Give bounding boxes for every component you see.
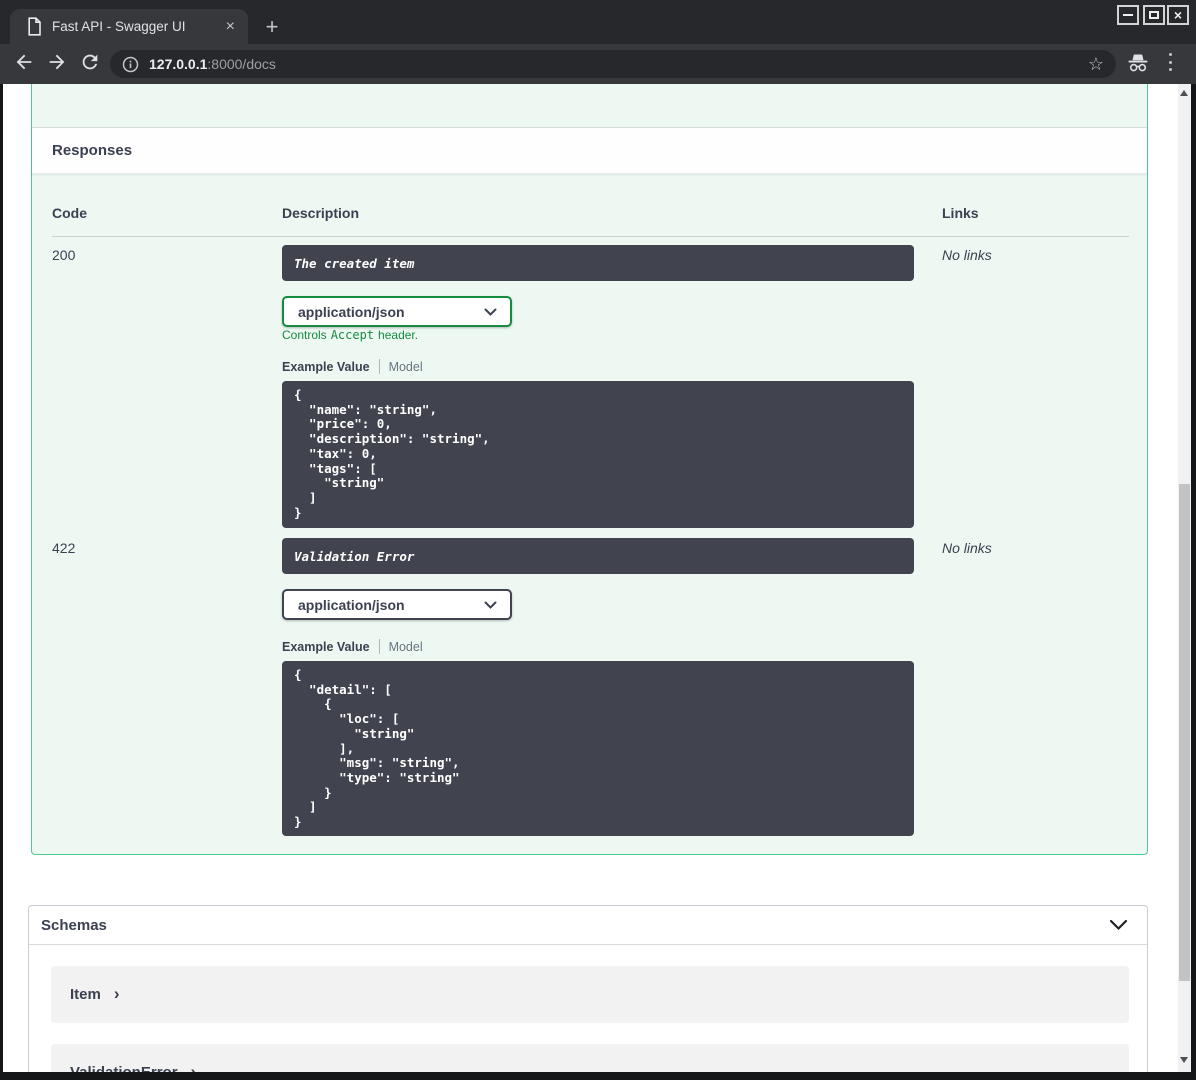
window-close-button[interactable]: × xyxy=(1167,5,1189,25)
chevron-right-icon: › xyxy=(113,984,120,1003)
post-opblock: Responses Code Description Links 200 The… xyxy=(31,84,1148,855)
schema-name: ValidationError xyxy=(70,1064,178,1072)
response-200-description: The created item xyxy=(294,255,415,271)
page-viewport: Responses Code Description Links 200 The… xyxy=(3,84,1178,1072)
accept-code: Accept xyxy=(330,328,375,342)
chevron-right-icon: › xyxy=(190,1062,197,1072)
url-path: :8000/docs xyxy=(207,56,276,72)
page-document-icon xyxy=(27,17,42,36)
response-200-example-panel: { "name": "string", "price": 0, "descrip… xyxy=(282,381,914,528)
page-scrollbar[interactable] xyxy=(1178,84,1191,1072)
new-tab-button[interactable]: + xyxy=(258,13,286,41)
reload-button[interactable] xyxy=(79,51,101,73)
column-header-code: Code xyxy=(52,205,87,221)
response-200-example-json: { "name": "string", "price": 0, "descrip… xyxy=(294,387,490,520)
browser-titlebar: Fast API - Swagger UI × + × xyxy=(0,0,1196,44)
column-header-links: Links xyxy=(942,205,979,221)
chevron-down-icon xyxy=(484,601,497,609)
scroll-down-arrow-icon[interactable] xyxy=(1180,1057,1188,1063)
schema-item-card[interactable]: Item › xyxy=(51,966,1129,1023)
back-button[interactable] xyxy=(13,51,35,73)
chevron-down-icon[interactable] xyxy=(1109,919,1128,931)
response-422-example-panel: { "detail": [ { "loc": [ "string" ], "ms… xyxy=(282,661,914,836)
tab-close-icon[interactable]: × xyxy=(223,18,238,35)
schema-name: Item xyxy=(70,986,101,1003)
response-200-description-panel: The created item xyxy=(282,245,914,281)
url-text: 127.0.0.1:8000/docs xyxy=(149,56,1088,72)
responses-section-header: Responses xyxy=(32,127,1147,174)
response-code-200: 200 xyxy=(52,247,76,263)
schemas-section: Schemas Item › ValidationError › xyxy=(28,905,1148,1072)
minimize-icon xyxy=(1123,14,1133,16)
chevron-down-icon xyxy=(484,308,497,316)
tab-title: Fast API - Swagger UI xyxy=(52,19,186,34)
schemas-header[interactable]: Schemas xyxy=(29,906,1147,945)
response-200-links: No links xyxy=(942,247,992,263)
scrollbar-thumb[interactable] xyxy=(1179,484,1190,981)
schemas-title: Schemas xyxy=(41,916,107,934)
accept-header-note: Controls Accept header. xyxy=(282,328,419,342)
tab-example-value[interactable]: Example Value xyxy=(282,640,370,654)
tab-model[interactable]: Model xyxy=(389,640,423,654)
tab-model[interactable]: Model xyxy=(389,360,423,374)
maximize-icon xyxy=(1149,11,1159,19)
example-model-tabs-422: Example Value Model xyxy=(282,639,423,654)
tab-example-value[interactable]: Example Value xyxy=(282,360,370,374)
window-maximize-button[interactable] xyxy=(1143,5,1165,25)
table-header-divider xyxy=(52,236,1129,237)
tab-separator xyxy=(378,639,380,654)
url-host: 127.0.0.1 xyxy=(149,56,208,72)
response-422-example-json: { "detail": [ { "loc": [ "string" ], "ms… xyxy=(294,667,460,830)
media-type-select-422[interactable]: application/json xyxy=(282,589,512,620)
site-info-icon[interactable] xyxy=(122,56,139,73)
incognito-icon xyxy=(1127,52,1149,73)
browser-menu-button[interactable] xyxy=(1166,53,1174,71)
bookmark-star-icon[interactable]: ☆ xyxy=(1088,55,1104,73)
response-422-description-panel: Validation Error xyxy=(282,538,914,574)
url-bar[interactable]: 127.0.0.1:8000/docs ☆ xyxy=(110,50,1116,78)
close-icon: × xyxy=(1173,6,1183,23)
responses-title: Responses xyxy=(52,142,133,159)
response-422-description: Validation Error xyxy=(294,548,415,564)
response-code-422: 422 xyxy=(52,540,76,556)
response-422-links: No links xyxy=(942,540,992,556)
scroll-up-arrow-icon[interactable] xyxy=(1180,90,1188,96)
window-minimize-button[interactable] xyxy=(1117,5,1139,25)
example-model-tabs-200: Example Value Model xyxy=(282,359,423,374)
forward-button[interactable] xyxy=(46,51,68,73)
tab-separator xyxy=(378,359,380,374)
column-header-description: Description xyxy=(282,205,360,221)
media-type-select-200[interactable]: application/json xyxy=(282,296,512,327)
browser-tab[interactable]: Fast API - Swagger UI × xyxy=(10,9,248,44)
schema-validationerror-card[interactable]: ValidationError › xyxy=(51,1044,1129,1072)
